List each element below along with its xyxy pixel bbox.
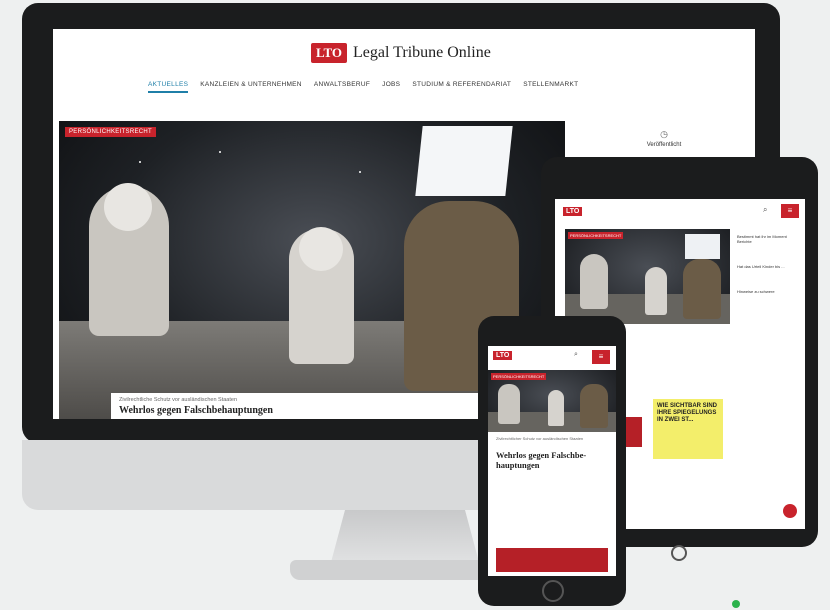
star — [219, 151, 221, 153]
astronaut-seated — [498, 384, 520, 424]
site-logo[interactable]: LTO Legal Tribune Online — [311, 43, 491, 63]
sidebar-label: Veröffentlicht — [646, 142, 682, 148]
category-tag[interactable]: PERSÖNLICHKEITSRECHT — [568, 232, 624, 239]
main-nav: AKTUELLES KANZLEIEN & UNTERNEHMEN ANWALT… — [148, 81, 578, 93]
site-name: Legal Tribune Online — [353, 44, 491, 61]
menu-icon[interactable]: ≡ — [592, 350, 610, 364]
status-dot — [732, 600, 740, 608]
nav-item-anwaltsberuf[interactable]: ANWALTSBERUF — [314, 81, 370, 93]
director-figure — [683, 259, 721, 319]
ad-text: WIE SICHTBAR SIND IHRE SPIEGELUNGS IN ZW… — [657, 403, 717, 423]
phone-screen: LTO ⌕ ≡ PERSÖNLICHKEITSRECHT Zivilrechtl… — [488, 346, 616, 576]
studio-light — [685, 234, 720, 259]
monitor-stand — [330, 510, 480, 566]
tablet-home-button — [671, 545, 687, 561]
search-icon[interactable]: ⌕ — [763, 205, 767, 215]
tablet-logo[interactable]: LTO — [563, 207, 583, 216]
director-figure — [580, 384, 608, 428]
nav-item-kanzleien[interactable]: KANZLEIEN & UNTERNEHMEN — [200, 81, 302, 93]
phone-hero-image[interactable]: PERSÖNLICHKEITSRECHT — [488, 370, 616, 432]
nav-item-jobs[interactable]: JOBS — [382, 81, 400, 93]
star — [139, 161, 141, 163]
logo-mark: LTO — [311, 43, 348, 63]
nav-item-studium[interactable]: STUDIUM & REFERENDARIAT — [412, 81, 511, 93]
floating-action-button[interactable] — [783, 504, 797, 518]
sidebar-text[interactable]: Hinweise zu schwere — [737, 289, 799, 294]
star — [359, 171, 361, 173]
search-icon[interactable]: ⌕ — [574, 351, 578, 359]
ad-banner[interactable]: WIE SICHTBAR SIND IHRE SPIEGELUNGS IN ZW… — [653, 399, 723, 459]
hero-caption[interactable]: Zivilrechtliche Schutz vor ausländischen… — [111, 393, 511, 419]
astronaut-standing — [645, 267, 667, 315]
hero-kicker: Zivilrechtliche Schutz vor ausländischen… — [119, 397, 238, 403]
helmet-shape — [104, 183, 152, 231]
astronaut-seated — [580, 254, 608, 309]
red-promo-block[interactable] — [496, 548, 608, 572]
phone-kicker: Zivilrechtlicher Schutz vor ausländische… — [496, 436, 584, 441]
helmet-shape — [299, 227, 343, 271]
category-tag[interactable]: PERSÖNLICHKEITSRECHT — [65, 127, 157, 137]
phone-logo[interactable]: LTO — [493, 351, 513, 360]
astronaut-standing — [548, 390, 564, 426]
sidebar-text[interactable]: Bestimmt hat ihr im Moment Berichte — [737, 234, 799, 244]
clock-icon: ◷ — [660, 129, 668, 139]
category-tag[interactable]: PERSÖNLICHKEITSRECHT — [491, 373, 547, 380]
hero-headline[interactable]: Wehrlos gegen Falschbehauptungen — [119, 405, 503, 416]
studio-light — [415, 126, 513, 196]
phone-home-button — [542, 580, 564, 602]
nav-item-stellenmarkt[interactable]: STELLENMARKT — [523, 81, 578, 93]
phone-headline[interactable]: Wehrlos gegen Falschbe­hauptungen — [496, 450, 608, 470]
sidebar: ◷ Veröffentlicht — [579, 129, 749, 148]
tablet-sidebar: Bestimmt hat ihr im Moment Berichte Hat … — [737, 234, 799, 294]
sidebar-text[interactable]: Hat das Urteil Kinder bis ... — [737, 264, 799, 269]
nav-item-aktuelles[interactable]: AKTUELLES — [148, 81, 189, 93]
menu-icon[interactable]: ≡ — [781, 204, 799, 218]
tablet-hero-image[interactable]: PERSÖNLICHKEITSRECHT — [565, 229, 730, 324]
